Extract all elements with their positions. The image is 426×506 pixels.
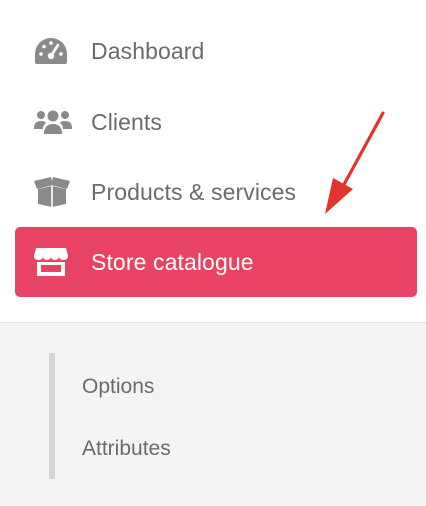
menu-item-label: Dashboard (91, 37, 205, 64)
menu-item-label: Clients (91, 108, 163, 135)
menu-item-clients[interactable]: Clients (15, 87, 417, 157)
submenu-item-options[interactable]: Options (82, 375, 154, 399)
store-catalogue-submenu: Options Attributes (0, 322, 426, 506)
menu-item-products-services[interactable]: Products & services (15, 157, 417, 227)
menu-item-dashboard[interactable]: Dashboard (15, 16, 417, 86)
submenu-indent-bar (49, 353, 55, 479)
menu-item-store-catalogue[interactable]: Store catalogue (15, 227, 417, 297)
menu-item-label: Products & services (91, 178, 297, 205)
open-box-icon (33, 172, 73, 212)
dashboard-gauge-icon (33, 31, 73, 71)
menu-item-label: Store catalogue (91, 248, 254, 275)
sidebar-menu: Dashboard Clients Products & services St… (0, 0, 426, 322)
submenu-item-attributes[interactable]: Attributes (82, 437, 171, 461)
storefront-icon (33, 242, 73, 282)
users-icon (33, 102, 73, 142)
